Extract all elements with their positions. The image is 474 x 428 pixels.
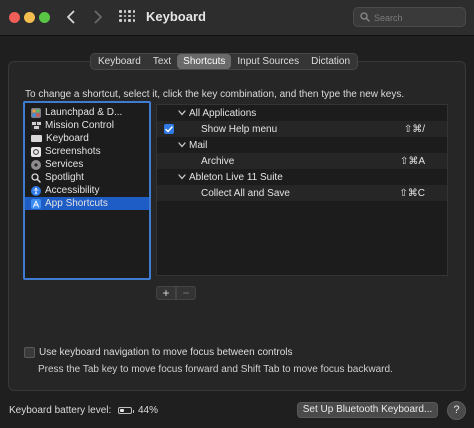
keyboard-navigation-hint: Press the Tab key to move focus forward … (38, 364, 393, 375)
chevron-down-icon[interactable] (178, 141, 186, 149)
chevron-down-icon[interactable] (178, 109, 186, 117)
shortcut-row[interactable]: Archive ⇧⌘A (157, 153, 447, 169)
accessibility-icon (31, 185, 41, 196)
category-app-shortcuts[interactable]: App Shortcuts (25, 197, 149, 210)
search-input[interactable] (374, 10, 462, 25)
tab-input-sources[interactable]: Input Sources (231, 54, 305, 69)
keyboard-navigation-label: Use keyboard navigation to move focus be… (39, 347, 293, 358)
tab-dictation[interactable]: Dictation (305, 54, 356, 69)
category-label: Services (45, 159, 84, 170)
close-window-button[interactable] (9, 12, 20, 23)
title-bar: Keyboard (0, 0, 474, 36)
show-all-grid-icon[interactable] (119, 10, 135, 24)
zoom-window-button[interactable] (39, 12, 50, 23)
battery-level-fill (120, 409, 125, 412)
keyboard-navigation-checkbox[interactable] (24, 347, 35, 358)
tab-keyboard[interactable]: Keyboard (92, 54, 147, 69)
battery-icon (118, 407, 134, 414)
shortcut-keys[interactable]: ⇧⌘A (400, 156, 425, 167)
magnifier-icon (31, 172, 41, 183)
category-label: Keyboard (46, 133, 89, 144)
setup-bluetooth-keyboard-button[interactable]: Set Up Bluetooth Keyboard... (297, 402, 438, 418)
search-field[interactable] (353, 7, 466, 27)
shortcut-group-label: All Applications (189, 107, 257, 119)
shortcut-label: Show Help menu (201, 123, 278, 135)
category-keyboard[interactable]: Keyboard (25, 132, 149, 145)
minimize-window-button[interactable] (24, 12, 35, 23)
category-label: App Shortcuts (45, 198, 108, 209)
shortcut-list[interactable]: All Applications Show Help menu ⇧⌘/ Mail… (156, 104, 448, 276)
tab-text[interactable]: Text (147, 54, 177, 69)
category-mission-control[interactable]: Mission Control (25, 119, 149, 132)
battery-label: Keyboard battery level: (9, 405, 112, 416)
launchpad-icon (31, 107, 41, 118)
battery-percent: 44% (138, 405, 159, 416)
shortcut-row[interactable]: Collect All and Save ⇧⌘C (157, 185, 447, 201)
shortcut-group-row[interactable]: Mail (157, 137, 447, 153)
category-screenshots[interactable]: Screenshots (25, 145, 149, 158)
category-label: Launchpad & D... (45, 107, 123, 118)
tab-bar: Keyboard Text Shortcuts Input Sources Di… (90, 53, 359, 70)
window-title: Keyboard (146, 9, 206, 24)
add-shortcut-button[interactable]: + (156, 286, 176, 300)
shortcut-label: Collect All and Save (201, 187, 290, 199)
shortcut-keys[interactable]: ⇧⌘C (399, 188, 425, 199)
category-label: Spotlight (45, 172, 84, 183)
remove-shortcut-button[interactable]: − (176, 286, 196, 300)
category-label: Screenshots (45, 146, 101, 157)
shortcut-keys[interactable]: ⇧⌘/ (404, 124, 425, 135)
category-list[interactable]: Launchpad & D... Mission Control Keyboar… (23, 101, 151, 280)
app-store-icon (31, 198, 41, 209)
search-icon (360, 12, 370, 22)
tab-shortcuts[interactable]: Shortcuts (177, 54, 232, 69)
category-label: Accessibility (45, 185, 100, 196)
category-accessibility[interactable]: Accessibility (25, 184, 149, 197)
help-button[interactable]: ? (447, 401, 466, 420)
shortcut-enabled-checkbox[interactable] (164, 124, 174, 134)
shortcut-label: Archive (201, 155, 235, 167)
keyboard-icon (31, 135, 42, 142)
category-launchpad[interactable]: Launchpad & D... (25, 106, 149, 119)
chevron-left-icon (67, 10, 75, 24)
category-services[interactable]: Services (25, 158, 149, 171)
shortcut-row[interactable]: Show Help menu ⇧⌘/ (157, 121, 447, 137)
back-button[interactable] (60, 6, 82, 28)
mission-control-icon (31, 120, 41, 131)
screenshot-icon (31, 146, 41, 157)
shortcut-group-row[interactable]: All Applications (157, 105, 447, 121)
instruction-text: To change a shortcut, select it, click t… (25, 89, 405, 100)
category-spotlight[interactable]: Spotlight (25, 171, 149, 184)
forward-button[interactable] (87, 6, 109, 28)
checkmark-icon (165, 125, 173, 132)
shortcut-group-row[interactable]: Ableton Live 11 Suite (157, 169, 447, 185)
category-label: Mission Control (45, 120, 114, 131)
shortcut-group-label: Mail (189, 139, 208, 151)
chevron-right-icon (94, 10, 102, 24)
shortcut-group-label: Ableton Live 11 Suite (189, 171, 283, 183)
chevron-down-icon[interactable] (178, 173, 186, 181)
gear-icon (31, 159, 41, 170)
